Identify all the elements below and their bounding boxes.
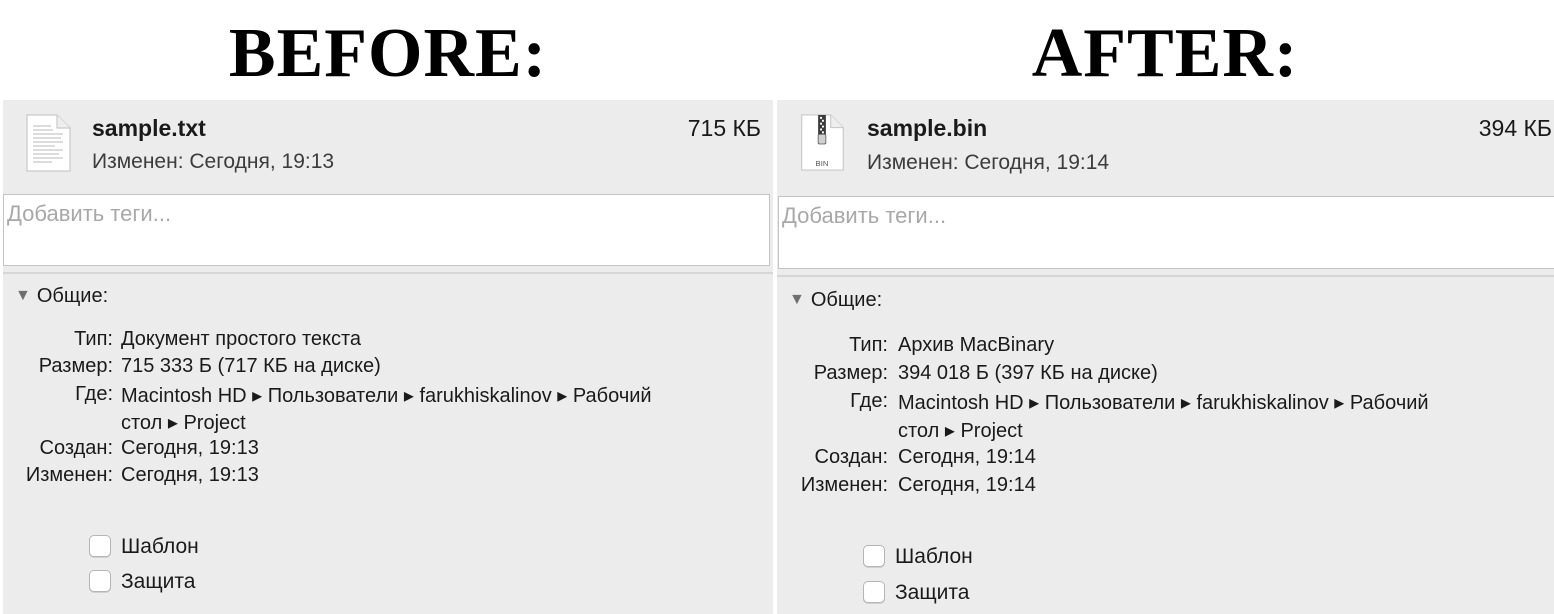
where-label: Где: xyxy=(850,390,888,412)
template-checkbox-row[interactable]: Шаблон xyxy=(89,535,199,559)
locked-checkbox-row[interactable]: Защита xyxy=(89,570,195,594)
locked-checkbox[interactable] xyxy=(89,570,111,592)
tags-placeholder: Добавить теги... xyxy=(7,201,172,226)
locked-checkbox-row[interactable]: Защита xyxy=(863,581,969,605)
modified-label: Изменен: xyxy=(800,474,888,496)
locked-checkbox[interactable] xyxy=(863,581,885,603)
file-name: sample.txt xyxy=(92,115,206,141)
template-checkbox-row[interactable]: Шаблон xyxy=(863,545,973,569)
size-value: 715 333 Б (717 КБ на диске) xyxy=(121,355,381,377)
where-value-line1: Macintosh HD ▸ Пользователи ▸ farukhiska… xyxy=(898,392,1429,414)
where-label: Где: xyxy=(75,383,113,405)
info-panel-before: sample.txt 715 КБ Изменен: Сегодня, 19:1… xyxy=(3,100,773,614)
type-value: Архив MacBinary xyxy=(898,334,1055,356)
general-info: Тип: Документ простого текста Размер: 71… xyxy=(3,328,773,498)
file-name: sample.bin xyxy=(867,115,988,141)
size-label: Размер: xyxy=(38,355,113,377)
general-section-title: Общие: xyxy=(810,289,883,311)
type-label: Тип: xyxy=(849,334,888,356)
modified-value: Сегодня, 19:13 xyxy=(121,464,259,486)
file-size: 394 КБ xyxy=(1478,115,1552,141)
modified-value: Сегодня, 19:14 xyxy=(898,474,1036,496)
tags-input[interactable]: Добавить теги... xyxy=(3,194,770,266)
tags-input[interactable]: Добавить теги... xyxy=(778,196,1554,269)
general-section-title: Общие: xyxy=(36,285,109,307)
general-info: Тип: Архив MacBinary Размер: 394 018 Б (… xyxy=(777,334,1554,504)
text-document-icon xyxy=(26,114,71,172)
divider xyxy=(777,275,1554,277)
before-heading: BEFORE: xyxy=(228,15,548,92)
modified-label: Изменен: xyxy=(25,464,113,486)
general-section-toggle[interactable]: ▼ Общие: xyxy=(15,285,108,308)
template-checkbox[interactable] xyxy=(89,535,111,557)
template-label: Шаблон xyxy=(895,545,973,568)
file-modified-summary: Изменен: Сегодня, 19:14 xyxy=(867,151,1110,174)
size-label: Размер: xyxy=(813,362,888,384)
where-value-line2: стол ▸ Project xyxy=(898,420,1023,442)
info-panel-after: BIN sample.bin 394 КБ Изменен: Сегодня, … xyxy=(777,100,1554,614)
template-checkbox[interactable] xyxy=(863,545,885,567)
general-section-toggle[interactable]: ▼ Общие: xyxy=(789,289,882,312)
divider xyxy=(3,272,773,274)
type-value: Документ простого текста xyxy=(121,328,362,350)
locked-label: Защита xyxy=(895,581,970,604)
disclosure-triangle-icon: ▼ xyxy=(789,291,805,308)
created-label: Создан: xyxy=(814,446,888,468)
created-value: Сегодня, 19:14 xyxy=(898,446,1036,468)
created-label: Создан: xyxy=(39,437,113,459)
created-value: Сегодня, 19:13 xyxy=(121,437,259,459)
file-modified-summary: Изменен: Сегодня, 19:13 xyxy=(92,150,335,173)
bin-archive-icon: BIN xyxy=(801,114,844,171)
template-label: Шаблон xyxy=(121,535,199,558)
size-value: 394 018 Б (397 КБ на диске) xyxy=(898,362,1158,384)
disclosure-triangle-icon: ▼ xyxy=(15,287,31,304)
where-value-line1: Macintosh HD ▸ Пользователи ▸ farukhiska… xyxy=(121,385,652,407)
tags-placeholder: Добавить теги... xyxy=(782,203,947,228)
bin-icon-label: BIN xyxy=(816,159,829,168)
where-value-line2: стол ▸ Project xyxy=(121,412,246,434)
file-size: 715 КБ xyxy=(687,115,761,141)
type-label: Тип: xyxy=(74,328,113,350)
locked-label: Защита xyxy=(121,570,196,593)
after-heading: AFTER: xyxy=(1031,15,1299,92)
